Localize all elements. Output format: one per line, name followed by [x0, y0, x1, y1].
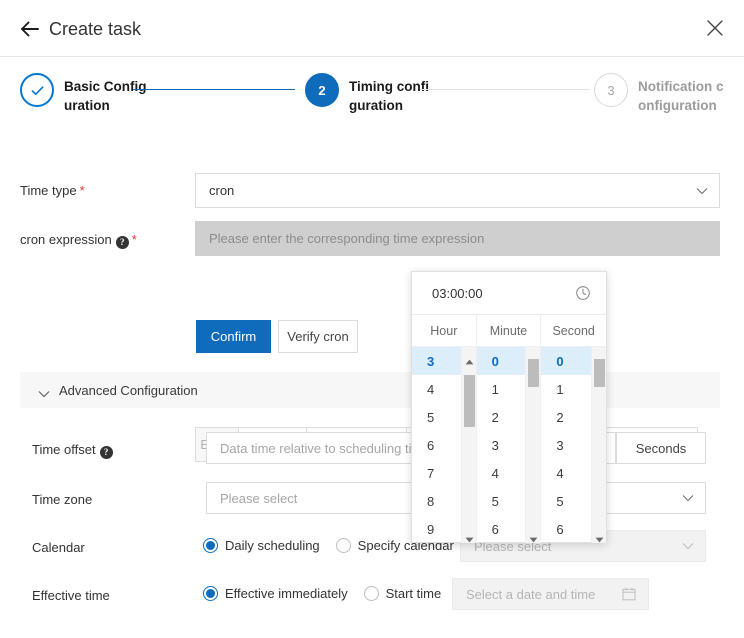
stepper: Basic Configuration 2 Timing configurati… [0, 57, 744, 157]
step-1-label: Basic Configuration [64, 79, 147, 113]
time-picker-value: 03:00:00 [432, 285, 483, 301]
cron-expression-placeholder: Please enter the corresponding time expr… [209, 231, 485, 246]
step-3-label: Notification configuration [638, 79, 724, 113]
scroll-down-icon[interactable] [529, 531, 538, 543]
time-zone-placeholder: Please select [220, 490, 298, 506]
second-scroll-thumb[interactable] [594, 359, 605, 387]
hour-scrollbar[interactable] [460, 347, 476, 543]
scroll-down-icon[interactable] [465, 531, 474, 543]
effective-date-placeholder: Select a date and time [466, 586, 596, 602]
window-header: Create task [0, 0, 744, 57]
radio-icon [203, 538, 218, 553]
step-3-circle: 3 [594, 73, 628, 107]
effective-option-immediately[interactable]: Effective immediately [203, 586, 348, 601]
time-zone-label: Time zone [32, 492, 93, 507]
time-type-label: Time type * [20, 183, 85, 198]
radio-icon [335, 538, 351, 553]
time-picker-columns: Hour 3 4 5 6 7 8 9 Minute 0 1 2 3 4 5 6 … [412, 315, 606, 543]
required-marker: * [131, 232, 137, 247]
step-2-circle: 2 [305, 73, 339, 107]
effective-option-start-time-label: Start time [385, 586, 442, 601]
required-marker: * [79, 183, 85, 198]
time-picker-column-minute: Minute 0 1 2 3 4 5 6 [476, 315, 542, 543]
chevron-down-icon [682, 494, 694, 502]
time-offset-label: Time offset? [32, 441, 113, 459]
page-title: Create task [49, 19, 142, 39]
close-icon[interactable] [704, 17, 726, 39]
time-picker-column-hour: Hour 3 4 5 6 7 8 9 [412, 315, 477, 543]
calendar-option-daily[interactable]: Daily scheduling [203, 538, 320, 553]
advanced-configuration-toggle[interactable]: Advanced Configuration [20, 372, 720, 408]
time-picker-column-second: Second 0 1 2 3 4 5 6 [541, 315, 606, 543]
chevron-down-icon [682, 542, 694, 550]
calendar-option-daily-label: Daily scheduling [225, 538, 320, 553]
verify-cron-button[interactable]: Verify cron [278, 320, 358, 353]
step-connector-2 [420, 89, 590, 90]
scroll-up-icon[interactable] [465, 353, 474, 365]
minute-scroll-thumb[interactable] [528, 359, 540, 387]
effective-time-radio-group: Effective immediately Start time [203, 586, 457, 601]
confirm-button[interactable]: Confirm [196, 320, 271, 353]
effective-option-start-time[interactable]: Start time [363, 586, 442, 601]
scroll-down-icon[interactable] [595, 531, 604, 543]
time-picker-popup[interactable]: 03:00:00 Hour 3 4 5 6 7 8 9 Minute 0 1 2… [411, 271, 607, 543]
cron-expression-label: cron expression? * [20, 232, 137, 249]
help-icon[interactable]: ? [115, 236, 129, 249]
chevron-down-icon [696, 187, 708, 195]
time-type-value: cron [209, 183, 235, 198]
step-connector-1 [133, 89, 295, 90]
calendar-label: Calendar [32, 540, 85, 555]
help-icon[interactable]: ? [99, 446, 113, 459]
radio-icon [363, 586, 379, 601]
advanced-configuration-label: Advanced Configuration [59, 382, 198, 398]
second-scrollbar[interactable] [591, 347, 606, 543]
effective-date-input[interactable]: Select a date and time [452, 578, 649, 610]
time-picker-header: 03:00:00 [412, 272, 606, 315]
column-header-hour: Hour [412, 315, 476, 347]
calendar-icon [622, 587, 636, 604]
effective-time-label: Effective time [32, 588, 110, 603]
hour-scroll-thumb[interactable] [463, 375, 475, 427]
column-header-second: Second [541, 315, 606, 347]
effective-option-immediately-label: Effective immediately [225, 586, 348, 601]
time-offset-placeholder: Data time relative to scheduling time [220, 440, 430, 456]
minute-scrollbar[interactable] [525, 347, 541, 543]
arrow-left-icon[interactable] [18, 17, 42, 41]
column-header-minute: Minute [476, 315, 541, 347]
cron-expression-input[interactable]: Please enter the corresponding time expr… [195, 221, 720, 256]
time-offset-unit: Seconds [616, 432, 706, 464]
radio-icon [203, 586, 218, 601]
clock-icon[interactable] [575, 285, 591, 304]
time-type-select[interactable]: cron [195, 173, 720, 208]
chevron-down-icon [38, 386, 50, 398]
step-1-circle [20, 73, 54, 107]
step-2-label: Timing configuration [349, 79, 429, 113]
